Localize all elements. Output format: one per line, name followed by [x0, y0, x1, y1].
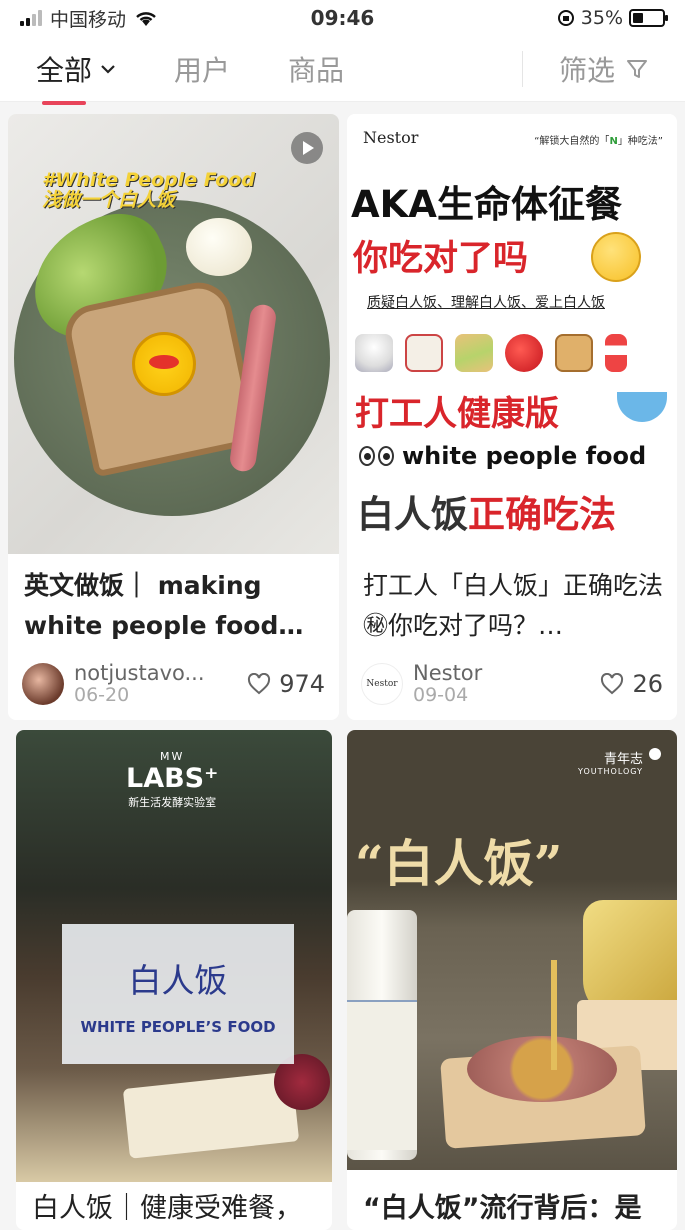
post-date: 09-04 [413, 684, 469, 706]
bowl-icon [617, 392, 667, 422]
cover-healthy-version: 打工人健康版 [355, 394, 559, 434]
note-cover-image[interactable]: Nestor “解锁大自然的「N」种吃法” AKA生命体征餐 你吃对了吗 质疑白… [347, 114, 677, 534]
filter-label: 筛选 [558, 53, 615, 87]
tab-users[interactable]: 用户 [174, 49, 230, 89]
author-info: Nestor 09-04 [413, 662, 482, 706]
carrier-label: 中国移动 [50, 8, 127, 31]
like-button[interactable]: 974 [247, 670, 325, 698]
bread-icon [555, 334, 593, 372]
note-meta: notjustavo... 06-20 974 [22, 662, 325, 706]
cover-slogan: “解锁大自然的「N」种吃法” [534, 136, 663, 147]
heart-icon [601, 673, 624, 695]
like-button[interactable]: 26 [600, 670, 663, 698]
filter-button[interactable]: 筛选 [521, 50, 649, 87]
heart-icon [248, 673, 271, 695]
logo-dot [649, 748, 661, 760]
status-bar: 中国移动 09:46 35% [0, 0, 685, 36]
note-card[interactable]: 青年志 YOUTHOLOGY “白人饭” “白人饭”流行背后：是 [347, 730, 677, 1230]
cover-bottom-line: 白人饭正确吃法 [357, 493, 616, 534]
tab-products-label: 商品 [288, 53, 345, 87]
status-right: 35% [557, 7, 668, 29]
rice-icon [355, 334, 393, 372]
battery-percent: 35% [580, 7, 623, 29]
cover-title-panel: 白人饭 WHITE PEOPLE’S FOOD [62, 924, 294, 1064]
cover-english-line: white people food [359, 442, 646, 470]
cover-title: “白人饭” [355, 834, 563, 893]
cover-title: 白人饭 [128, 961, 228, 1000]
like-count: 974 [279, 670, 325, 698]
brand-logo: Nestor [363, 128, 419, 147]
cover-subtitle: WHITE PEOPLE’S FOOD [80, 1018, 276, 1036]
video-play-icon [291, 132, 323, 164]
note-cover-image[interactable]: MW LABS⁺ 新生活发酵实验室 白人饭 WHITE PEOPLE’S FOO… [16, 730, 332, 1182]
note-title[interactable]: 打工人「白人饭」正确吃法㊙你吃对了吗？… [363, 566, 663, 646]
note-meta: Nestor Nestor 09-04 26 [361, 662, 663, 706]
author-avatar[interactable]: Nestor [361, 663, 403, 705]
ham-slice-graphic [467, 1036, 617, 1102]
orientation-lock-icon [557, 10, 574, 26]
chevron-down-icon [101, 64, 115, 74]
note-title[interactable]: “白人饭”流行背后：是 [363, 1186, 663, 1225]
status-left: 中国移动 [20, 5, 158, 32]
takeout-box-icon [405, 334, 443, 372]
cover-headline: AKA生命体征餐 [351, 183, 622, 226]
drink-cup-icon [605, 334, 627, 372]
author-name[interactable]: notjustavo... [74, 662, 205, 684]
apple-icon [505, 334, 543, 372]
tab-all-label: 全部 [36, 53, 93, 87]
tab-products[interactable]: 商品 [288, 49, 344, 89]
battery-level [633, 13, 643, 23]
author-info: notjustavo... 06-20 [74, 662, 205, 706]
tab-users-label: 用户 [174, 53, 231, 87]
note-title[interactable]: 白人饭｜健康受难餐， [32, 1186, 318, 1225]
search-tabs: 全部 用户 商品 筛选 [0, 36, 685, 105]
like-count: 26 [632, 670, 663, 698]
cheese-plate-graphic [122, 1071, 300, 1159]
cover-caption: #White People Food 浅做一个白人饭 [42, 169, 255, 211]
clock: 09:46 [310, 6, 375, 30]
cover-subheadline: 你吃对了吗 [353, 239, 529, 279]
author-avatar[interactable] [22, 663, 64, 705]
sandwich-icon [455, 334, 493, 372]
filter-icon [627, 59, 647, 78]
cheese-graphic [132, 332, 196, 396]
signal-icon [20, 10, 42, 26]
youthology-logo: 青年志 YOUTHOLOGY [578, 752, 643, 776]
eyes-icon [359, 446, 394, 466]
note-card[interactable]: MW LABS⁺ 新生活发酵实验室 白人饭 WHITE PEOPLE’S FOO… [16, 730, 332, 1230]
tab-all[interactable]: 全部 [36, 49, 116, 105]
battery-icon [629, 9, 668, 27]
note-cover-image[interactable]: 青年志 YOUTHOLOGY “白人饭” [347, 730, 677, 1170]
cover-tagline: 质疑白人饭、理解白人饭、爱上白人饭 [367, 295, 605, 311]
monocle-face-icon [591, 232, 641, 282]
note-cover-image[interactable]: #White People Food 浅做一个白人饭 [8, 114, 339, 554]
labs-logo: MW LABS⁺ 新生活发酵实验室 [126, 750, 219, 809]
author-name[interactable]: Nestor [413, 662, 482, 684]
wifi-icon [136, 12, 156, 26]
note-card[interactable]: #White People Food 浅做一个白人饭 英文做饭｜ making … [8, 114, 339, 720]
note-title[interactable]: 英文做饭｜ making white people food… [24, 566, 325, 646]
post-date: 06-20 [74, 684, 130, 706]
food-emoji-row [355, 334, 627, 372]
note-card[interactable]: Nestor “解锁大自然的「N」种吃法” AKA生命体征餐 你吃对了吗 质疑白… [347, 114, 677, 720]
jar-label-graphic [347, 1000, 417, 1150]
mushroom-graphic [186, 218, 252, 276]
oil-stream-graphic [551, 960, 557, 1070]
